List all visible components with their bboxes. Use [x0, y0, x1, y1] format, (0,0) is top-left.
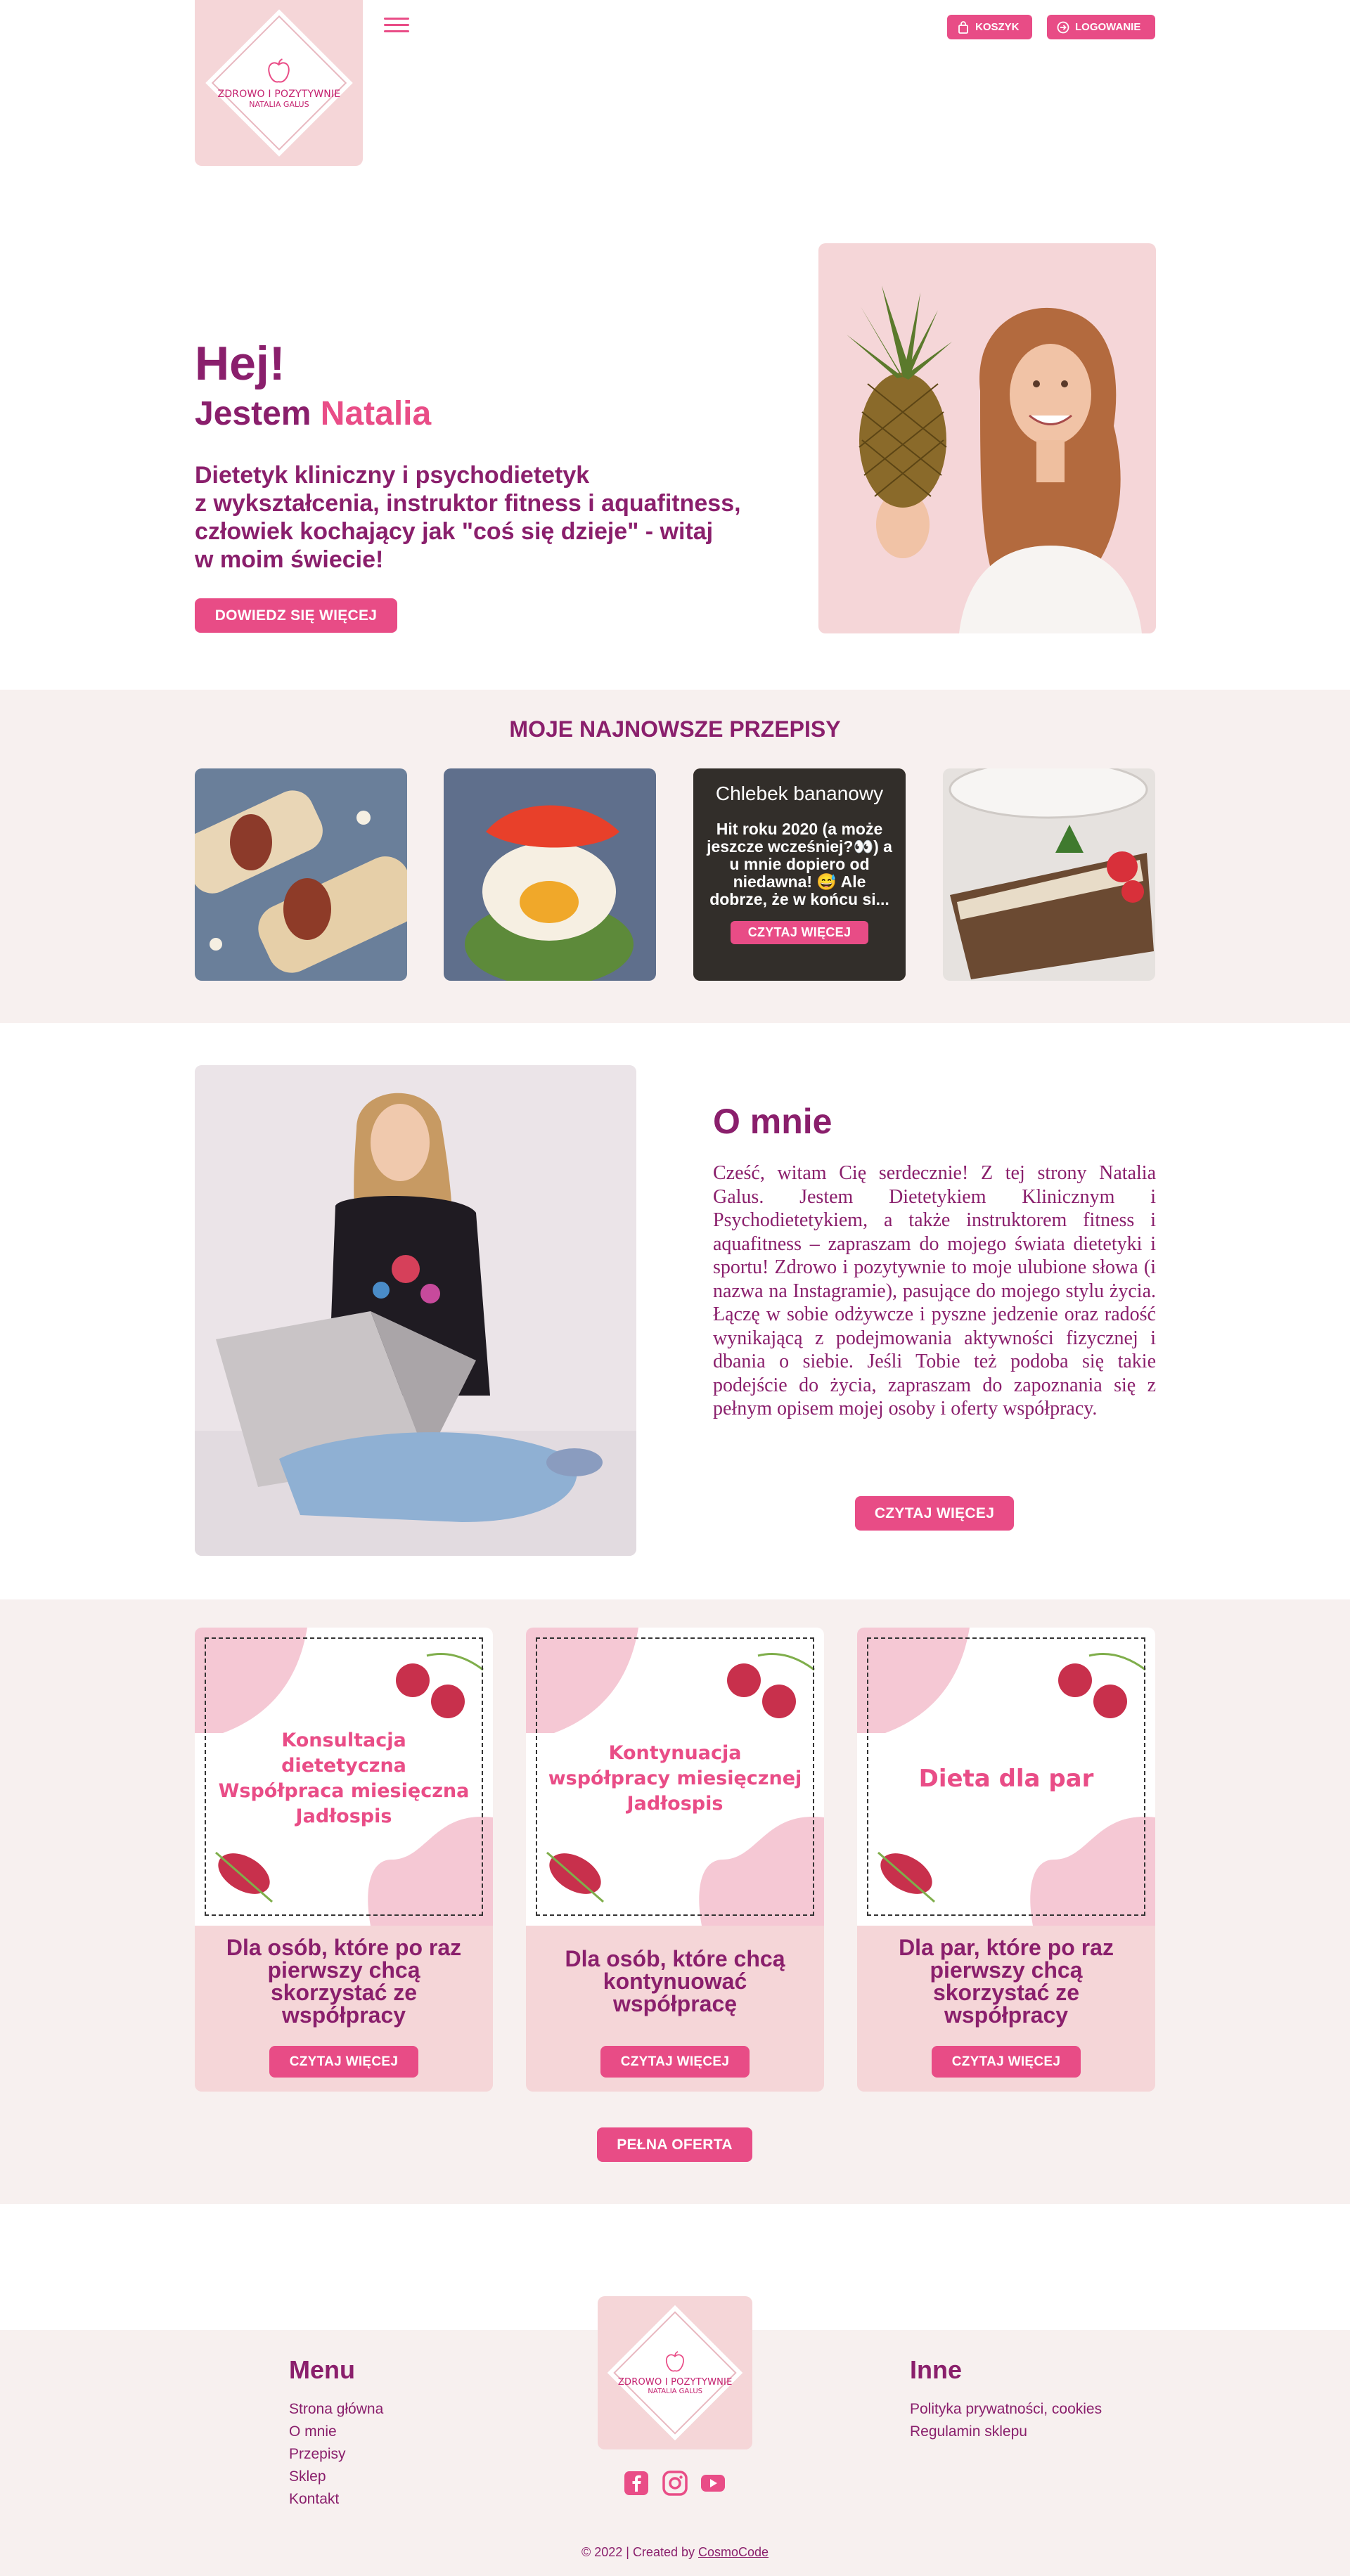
- hero-name-prefix: Jestem: [195, 395, 311, 432]
- footer-link-contact[interactable]: Kontakt: [289, 2488, 383, 2511]
- about-title: O mnie: [713, 1102, 832, 1141]
- hero-name-highlight: Natalia: [320, 395, 432, 432]
- youtube-icon[interactable]: [700, 2471, 726, 2496]
- offer-card[interactable]: Konsultacja dietetyczna Współpraca miesi…: [195, 1628, 493, 2092]
- logo-diamond: ZDROWO I POZYTYWNIE NATALIA GALUS: [205, 9, 353, 157]
- offer-image: Kontynuacja współpracy miesięcznej Jadło…: [526, 1628, 824, 1926]
- login-button[interactable]: LOGOWANIE: [1047, 15, 1155, 39]
- hero-description-line: w moim świecie!: [195, 546, 384, 573]
- hero-description-line: człowiek kochający jak "coś się dzieje" …: [195, 518, 714, 545]
- recipe-card-featured[interactable]: Chlebek bananowy Hit roku 2020 (a może j…: [693, 768, 906, 981]
- recipe-read-more-button[interactable]: CZYTAJ WIĘCEJ: [731, 921, 868, 944]
- offer-card[interactable]: Dieta dla par Dla par, które po raz pier…: [857, 1628, 1155, 2092]
- recipe-card[interactable]: [444, 768, 656, 981]
- full-offer-button[interactable]: PEŁNA OFERTA: [597, 2127, 752, 2162]
- footer-link-recipes[interactable]: Przepisy: [289, 2443, 383, 2466]
- logo-subtext: NATALIA GALUS: [648, 2388, 702, 2395]
- learn-more-button[interactable]: DOWIEDZ SIĘ WIĘCEJ: [195, 598, 397, 633]
- cart-button[interactable]: KOSZYK: [947, 15, 1032, 39]
- apple-icon: [666, 2350, 684, 2372]
- menu-hamburger-icon[interactable]: [384, 16, 409, 33]
- about-read-more-button[interactable]: CZYTAJ WIĘCEJ: [855, 1496, 1014, 1531]
- offer-image: Konsultacja dietetyczna Współpraca miesi…: [195, 1628, 493, 1926]
- site-logo[interactable]: ZDROWO I POZYTYWNIE NATALIA GALUS: [195, 0, 363, 166]
- offer-art-title: Dieta dla par: [918, 1765, 1094, 1793]
- recipe-overlay: Chlebek bananowy Hit roku 2020 (a może j…: [693, 768, 906, 981]
- apple-icon: [268, 58, 290, 82]
- footer-other-title: Inne: [910, 2355, 963, 2384]
- recipes-title: MOJE NAJNOWSZE PRZEPISY: [509, 716, 841, 742]
- offer-description: Dla osób, które chcą kontynuować współpr…: [565, 1946, 785, 2016]
- offer-read-more-button[interactable]: CZYTAJ WIĘCEJ: [932, 2046, 1081, 2078]
- about-photo: [195, 1065, 636, 1556]
- instagram-icon[interactable]: [662, 2471, 688, 2496]
- hero-photo: [818, 243, 1156, 633]
- hero-description-line: z wykształcenia, instruktor fitness i aq…: [195, 490, 741, 517]
- footer-link-terms[interactable]: Regulamin sklepu: [910, 2421, 1102, 2443]
- offer-description: Dla osób, które po raz pierwszy chcą sko…: [226, 1935, 462, 2028]
- footer-link-home[interactable]: Strona główna: [289, 2398, 383, 2421]
- copyright-text: © 2022 | Created by: [581, 2545, 698, 2559]
- hero-name: Jestem Natalia: [195, 394, 431, 433]
- recipe-title: Chlebek bananowy: [715, 783, 884, 804]
- recipe-image: [943, 768, 1155, 981]
- login-icon: [1057, 21, 1069, 34]
- logo-diamond: ZDROWO I POZYTYWNIE NATALIA GALUS: [607, 2305, 743, 2441]
- hero-description-line: Dietetyk kliniczny i psychodietetyk: [195, 462, 590, 489]
- footer-link-about[interactable]: O mnie: [289, 2421, 383, 2443]
- recipe-image: [195, 768, 407, 981]
- recipe-card[interactable]: [195, 768, 407, 981]
- logo-text: ZDROWO I POZYTYWNIE: [217, 88, 340, 100]
- footer-menu-title: Menu: [289, 2355, 355, 2384]
- offer-read-more-button[interactable]: CZYTAJ WIĘCEJ: [600, 2046, 750, 2078]
- hero-greeting: Hej!: [195, 337, 285, 390]
- recipe-excerpt: Hit roku 2020 (a może jeszcze wcześniej?…: [707, 820, 892, 908]
- offer-card[interactable]: Kontynuacja współpracy miesięcznej Jadło…: [526, 1628, 824, 2092]
- logo-text: ZDROWO I POZYTYWNIE: [617, 2377, 733, 2388]
- offer-description: Dla par, które po raz pierwszy chcą skor…: [899, 1935, 1114, 2028]
- footer-menu: Strona główna O mnie Przepisy Sklep Kont…: [289, 2398, 383, 2511]
- footer-other: Polityka prywatności, cookies Regulamin …: [910, 2398, 1102, 2443]
- login-label: LOGOWANIE: [1075, 21, 1141, 33]
- offer-art-title: Kontynuacja współpracy miesięcznej Jadło…: [548, 1742, 802, 1815]
- hero-description: Dietetyk kliniczny i psychodietetyk z wy…: [195, 461, 757, 574]
- offer-image: Dieta dla par: [857, 1628, 1155, 1926]
- offer-art-title: Konsultacja dietetyczna Współpraca miesi…: [218, 1730, 470, 1827]
- offer-read-more-button[interactable]: CZYTAJ WIĘCEJ: [269, 2046, 418, 2078]
- copyright: © 2022 | Created by CosmoCode: [0, 2545, 1350, 2560]
- footer-link-shop[interactable]: Sklep: [289, 2466, 383, 2488]
- creator-link[interactable]: CosmoCode: [698, 2545, 769, 2559]
- recipe-image: [444, 768, 656, 981]
- footer-link-privacy[interactable]: Polityka prywatności, cookies: [910, 2398, 1102, 2421]
- footer-logo[interactable]: ZDROWO I POZYTYWNIE NATALIA GALUS: [598, 2296, 752, 2449]
- about-text: Cześć, witam Cię serdecznie! Z tej stron…: [713, 1162, 1156, 1419]
- cart-label: KOSZYK: [975, 21, 1020, 33]
- bag-icon: [957, 20, 970, 34]
- recipe-card[interactable]: [943, 768, 1155, 981]
- logo-subtext: NATALIA GALUS: [248, 99, 309, 109]
- facebook-icon[interactable]: [624, 2471, 649, 2496]
